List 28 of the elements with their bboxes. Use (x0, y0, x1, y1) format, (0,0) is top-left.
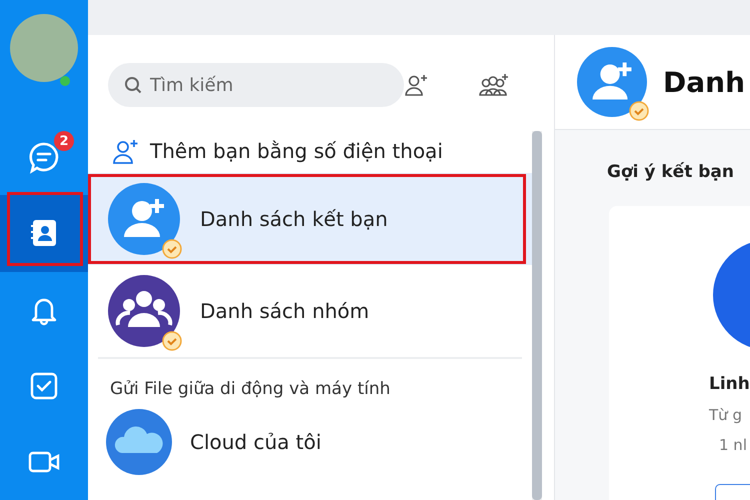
unread-badge: 2 (54, 131, 74, 152)
scrollbar[interactable] (532, 131, 542, 500)
suggestion-detail: Từ g (709, 406, 742, 424)
search-icon (124, 76, 142, 94)
section-title: Gửi File giữa di động và máy tính (109, 378, 392, 401)
contact-list-item[interactable]: Danh sách kết bạn (88, 173, 532, 265)
add-friend-icon (108, 183, 180, 255)
contact-list-item[interactable]: Danh sách nhóm (88, 265, 532, 357)
add-friend-icon (577, 47, 647, 117)
section-title: Gợi ý kết bạn (607, 162, 736, 182)
chat-icon (27, 140, 61, 174)
search-field[interactable]: Tìm kiếm (108, 63, 404, 107)
group-icon (108, 275, 180, 347)
cloud-icon (106, 409, 172, 475)
add-friend-icon[interactable] (404, 72, 430, 98)
list-item-label: Danh sách kết bạn (200, 207, 388, 231)
checkbox-icon (29, 370, 59, 401)
contact-name: Linh (709, 374, 750, 394)
add-by-phone-button[interactable]: Thêm bạn bằng số điện thoại (88, 131, 532, 173)
nav-item[interactable] (0, 195, 88, 272)
suggestion-detail: 1 nl (719, 436, 747, 454)
list-item-label: Danh sách nhóm (200, 299, 370, 323)
cloud-list-item[interactable]: Cloud của tôi (88, 409, 532, 475)
page-title: Danh (663, 66, 746, 98)
video-icon (28, 450, 60, 474)
nav-item[interactable]: 2 (0, 119, 88, 196)
add-friend-icon (112, 137, 140, 165)
add-group-icon[interactable] (478, 72, 510, 98)
